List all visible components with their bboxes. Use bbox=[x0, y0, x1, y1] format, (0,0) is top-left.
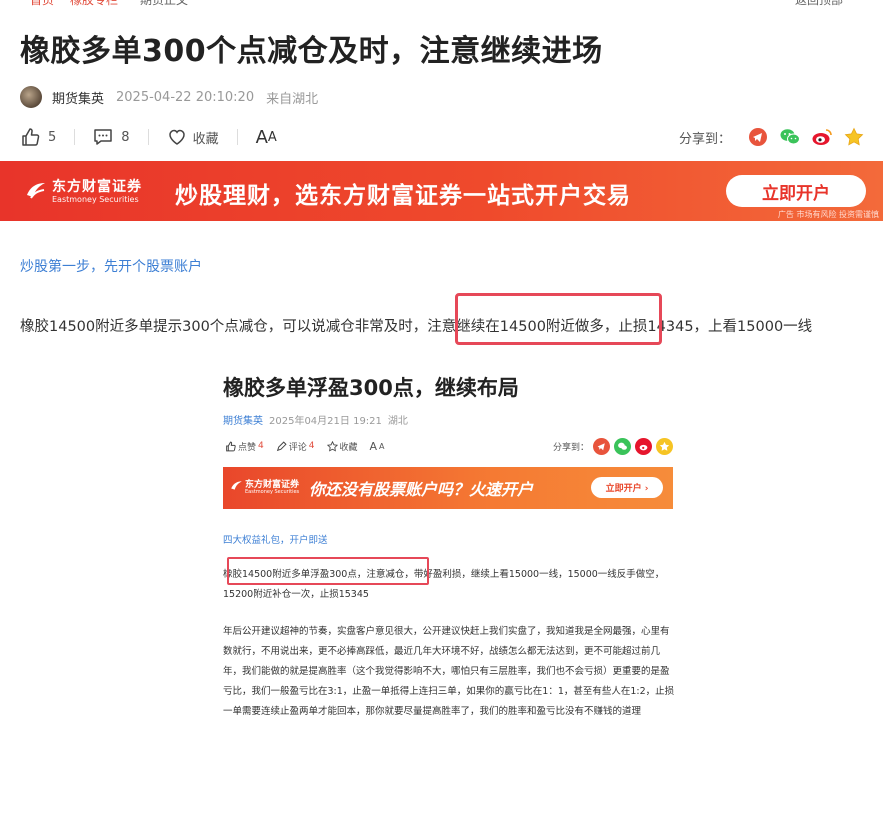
share-label: 分享到： bbox=[678, 131, 731, 147]
embedded-font-label-small: A bbox=[379, 441, 385, 451]
article-paragraph: 橡胶14500附近多单提示300个点减仓，可以说减仓非常及时，注意继续在1450… bbox=[20, 319, 813, 335]
author-avatar[interactable] bbox=[20, 86, 42, 108]
ad-banner[interactable]: 东方财富证券 Eastmoney Securities 炒股理财，选东方财富证券… bbox=[0, 161, 883, 221]
embedded-ad-banner: 东方财富证券 Eastmoney Securities 你还没有股票账户吗？火速… bbox=[223, 467, 673, 509]
article-meta: 期货集英 2025-04-22 20:10:20 来自湖北 bbox=[20, 86, 318, 108]
embedded-screenshot: 橡胶多单浮盈300点，继续布局 期货集英 2025年04月21日 19:21 湖… bbox=[210, 352, 688, 757]
embedded-share-label: 分享到： bbox=[552, 442, 589, 453]
comment-icon bbox=[94, 129, 113, 145]
highlight-box bbox=[455, 293, 662, 345]
divider bbox=[236, 129, 238, 145]
embedded-title: 橡胶多单浮盈300点，继续布局 bbox=[223, 376, 519, 400]
embedded-comment-label: 评论 bbox=[288, 442, 307, 453]
favorite-label: 收藏 bbox=[192, 131, 219, 147]
article-title: 橡胶多单300个点减仓及时，注意继续进场 bbox=[20, 34, 603, 69]
embedded-favorite: 收藏 bbox=[326, 440, 358, 453]
embedded-meta: 期货集英 2025年04月21日 19:21 湖北 bbox=[223, 412, 408, 427]
embedded-share: 分享到： bbox=[552, 437, 673, 455]
article-actions: 5 8 收藏 AA 分享到： bbox=[20, 126, 865, 148]
embedded-author: 期货集英 bbox=[223, 416, 263, 427]
divider bbox=[147, 129, 149, 145]
star-outline-icon bbox=[326, 440, 338, 452]
wechat-icon bbox=[614, 437, 631, 455]
banner-brand-en: Eastmoney Securities bbox=[52, 195, 139, 204]
embedded-location: 湖北 bbox=[387, 416, 408, 427]
embedded-like-count: 4 bbox=[258, 441, 264, 451]
eastmoney-logo-icon bbox=[231, 481, 242, 490]
embedded-banner-brand-en: Eastmoney Securities bbox=[245, 489, 300, 495]
embedded-paragraph-2: 年后公开建议超神的节奏，实盘客户意见很大，公开建议快赶上我们实盘了，我知道我是全… bbox=[223, 626, 675, 717]
telegram-like-icon[interactable] bbox=[747, 126, 769, 148]
open-account-button[interactable]: 立即开户 bbox=[726, 175, 866, 207]
back-to-top-link[interactable]: 返回顶部 bbox=[795, 0, 843, 8]
thumbs-up-icon bbox=[226, 441, 236, 451]
embedded-highlight-box bbox=[227, 557, 429, 585]
comment-count: 8 bbox=[121, 129, 130, 145]
banner-slogan: 炒股理财，选东方财富证券一站式开户交易 bbox=[175, 183, 631, 209]
breadcrumb-home[interactable]: 首页 bbox=[30, 0, 54, 8]
eastmoney-logo-icon bbox=[27, 183, 45, 199]
embedded-like: 点赞 4 bbox=[225, 440, 264, 453]
font-size-small: A bbox=[267, 129, 277, 145]
open-account-link[interactable]: 炒股第一步，先开个股票账户 bbox=[20, 256, 202, 276]
like-button[interactable]: 5 bbox=[20, 127, 56, 147]
embedded-favorite-label: 收藏 bbox=[339, 442, 358, 453]
weibo-icon[interactable] bbox=[811, 126, 833, 148]
breadcrumb-current: 期货正文 bbox=[140, 0, 189, 7]
like-count: 5 bbox=[48, 129, 57, 145]
share-bar: 分享到： bbox=[679, 126, 865, 148]
wechat-icon[interactable] bbox=[779, 126, 801, 148]
embedded-banner-slogan: 你还没有股票账户吗？火速开户 bbox=[309, 480, 534, 499]
embedded-like-label: 点赞 bbox=[238, 442, 257, 453]
star-icon[interactable] bbox=[843, 126, 865, 148]
embedded-date: 2025年04月21日 19:21 bbox=[269, 416, 382, 427]
ad-disclaimer: 广告 市场有风险 投资需谨慎 bbox=[777, 210, 879, 219]
breadcrumb-section[interactable]: 橡胶专栏 bbox=[70, 0, 118, 8]
font-size-big: A bbox=[255, 126, 268, 148]
divider bbox=[74, 129, 76, 145]
embedded-font-label: A bbox=[369, 439, 378, 453]
embedded-comment: 评论 4 bbox=[276, 440, 315, 453]
weibo-icon bbox=[635, 437, 652, 455]
breadcrumb: 首页 橡胶专栏 期货正文 返回顶部 bbox=[0, 0, 883, 8]
edit-icon bbox=[276, 440, 287, 451]
embedded-font-size: AA bbox=[370, 440, 385, 453]
embedded-comment-count: 4 bbox=[308, 441, 315, 451]
favorite-button[interactable]: 收藏 bbox=[167, 127, 219, 147]
embedded-actions: 点赞 4 评论 4 收藏 AA 分享到： bbox=[225, 437, 673, 455]
embedded-open-account-button: 立即开户 › bbox=[591, 477, 663, 498]
thumbs-up-icon bbox=[22, 128, 40, 146]
telegram-like-icon bbox=[593, 437, 610, 455]
embedded-link: 四大权益礼包，开户即送 bbox=[223, 535, 328, 546]
publish-location: 来自湖北 bbox=[266, 91, 319, 107]
heart-icon bbox=[168, 129, 185, 145]
star-icon bbox=[656, 437, 673, 455]
publish-date: 2025-04-22 20:10:20 bbox=[116, 89, 255, 105]
comment-button[interactable]: 8 bbox=[93, 127, 130, 147]
author-name[interactable]: 期货集英 bbox=[52, 88, 104, 107]
banner-brand: 东方财富证券 bbox=[52, 179, 142, 195]
font-size-button[interactable]: AA bbox=[256, 127, 277, 148]
